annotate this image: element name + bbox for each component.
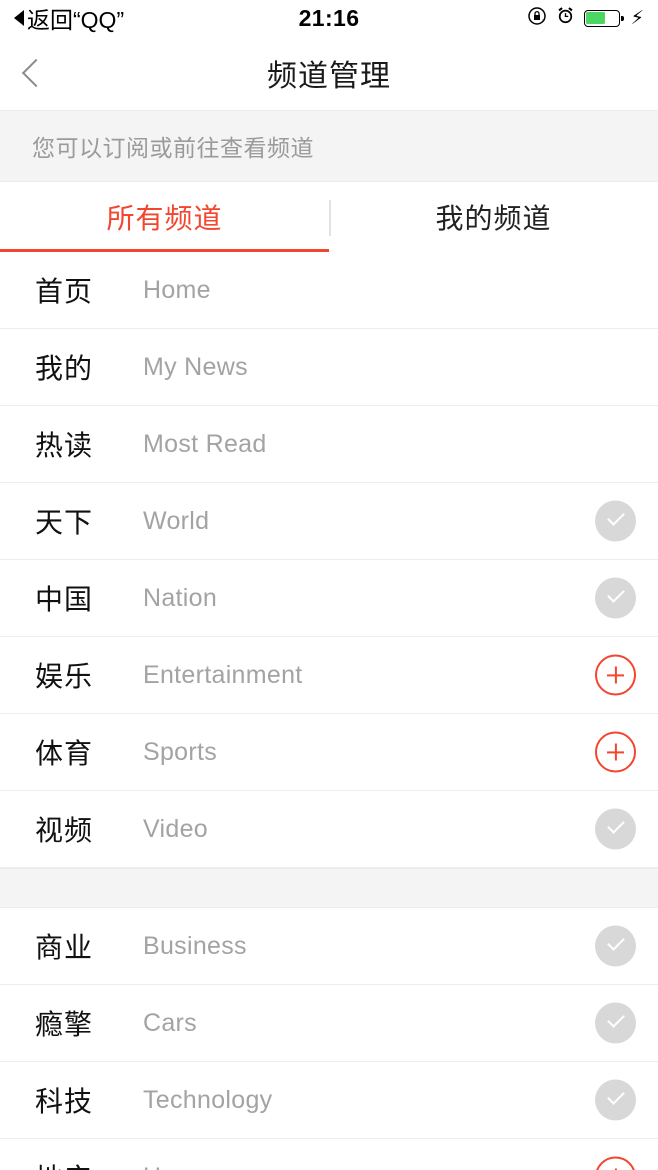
channel-name-cn: 商业 — [35, 932, 94, 963]
channel-name-en: Video — [143, 814, 208, 843]
channel-name-en: Business — [143, 931, 247, 960]
subscribed-check-icon[interactable] — [595, 1079, 636, 1121]
tab-divider — [329, 200, 331, 236]
channel-name-en: Nation — [143, 583, 218, 612]
check-glyph — [595, 500, 636, 542]
add-channel-plus-icon[interactable] — [595, 654, 636, 696]
channel-name-cn: 科技 — [35, 1086, 94, 1117]
subscribed-check-icon[interactable] — [595, 808, 636, 850]
channel-row[interactable]: 商业 Business — [0, 908, 658, 985]
channel-name-cn: 热读 — [35, 430, 94, 461]
channel-name-cn: 中国 — [35, 584, 94, 615]
channel-row[interactable]: 地产 House — [0, 1139, 658, 1170]
tab-my-channels[interactable]: 我的频道 — [329, 182, 658, 252]
section-separator — [0, 868, 658, 908]
subscribed-check-icon[interactable] — [595, 577, 636, 619]
subscribed-check-icon[interactable] — [595, 925, 636, 967]
channel-name-en: Entertainment — [143, 660, 303, 689]
channel-row[interactable]: 娱乐 Entertainment — [0, 637, 658, 714]
channel-row[interactable]: 热读 Most Read — [0, 406, 658, 483]
check-glyph — [595, 577, 636, 619]
status-bar: 返回“QQ” 21:16 ⚡ — [0, 0, 658, 36]
channel-row[interactable]: 天下 World — [0, 483, 658, 560]
channel-name-cn: 天下 — [35, 507, 94, 538]
channel-row[interactable]: 视频 Video — [0, 791, 658, 868]
check-glyph — [595, 808, 636, 850]
alarm-clock-icon — [556, 6, 575, 30]
battery-icon — [583, 9, 624, 27]
channel-name-cn: 体育 — [35, 738, 94, 769]
channel-name-en: Technology — [143, 1085, 273, 1114]
page-title: 频道管理 — [267, 60, 391, 93]
plus-glyph — [595, 1156, 636, 1170]
channel-name-en: House — [143, 1163, 217, 1170]
channel-name-cn: 地产 — [35, 1157, 93, 1170]
channel-name-en: Most Read — [143, 429, 267, 458]
channel-row[interactable]: 体育 Sports — [0, 714, 658, 791]
channel-row[interactable]: 瘾擎 Cars — [0, 985, 658, 1062]
check-glyph — [595, 1002, 636, 1044]
add-channel-plus-icon[interactable] — [595, 731, 636, 773]
channel-name-cn: 首页 — [35, 276, 94, 307]
channel-name-cn: 视频 — [35, 815, 94, 846]
subscribed-check-icon[interactable] — [595, 500, 636, 542]
status-bar-indicators: ⚡ — [527, 6, 644, 31]
navigation-bar: 频道管理 — [0, 36, 658, 110]
subscribed-check-icon[interactable] — [595, 1002, 636, 1044]
channel-name-en: My News — [143, 352, 248, 381]
rotation-lock-icon — [527, 6, 547, 31]
tab-all-channels-label: 所有频道 — [106, 203, 223, 234]
check-glyph — [595, 1079, 636, 1121]
tab-bar: 所有频道 我的频道 — [0, 182, 658, 252]
hint-text: 您可以订阅或前往查看频道 — [32, 135, 314, 161]
charging-bolt-icon: ⚡ — [630, 7, 644, 29]
channel-name-cn: 我的 — [35, 353, 94, 384]
channel-name-en: World — [143, 506, 210, 535]
channel-name-cn: 娱乐 — [35, 661, 94, 692]
channel-name-en: Cars — [143, 1008, 197, 1037]
add-channel-plus-icon[interactable] — [595, 1156, 636, 1170]
channel-row[interactable]: 中国 Nation — [0, 560, 658, 637]
channel-name-en: Sports — [143, 737, 218, 766]
channel-row[interactable]: 我的 My News — [0, 329, 658, 406]
channel-list[interactable]: 首页 Home 我的 My News 热读 Most Read 天下 World 中国 Natio… — [0, 252, 658, 1170]
hint-bar: 您可以订阅或前往查看频道 — [0, 110, 658, 182]
tab-all-channels[interactable]: 所有频道 — [0, 182, 329, 252]
plus-glyph — [595, 654, 636, 696]
tab-my-channels-label: 我的频道 — [435, 203, 552, 234]
plus-glyph — [595, 731, 636, 773]
channel-row[interactable]: 首页 Home — [0, 252, 658, 329]
channel-name-cn: 瘾擎 — [35, 1009, 94, 1040]
channel-name-en: Home — [143, 275, 211, 304]
check-glyph — [595, 925, 636, 967]
channel-management-screen: 返回“QQ” 21:16 ⚡ 频道管理 您可以订阅或前往查看频道 所有频道 我的… — [0, 0, 658, 1170]
channel-row[interactable]: 科技 Technology — [0, 1062, 658, 1139]
